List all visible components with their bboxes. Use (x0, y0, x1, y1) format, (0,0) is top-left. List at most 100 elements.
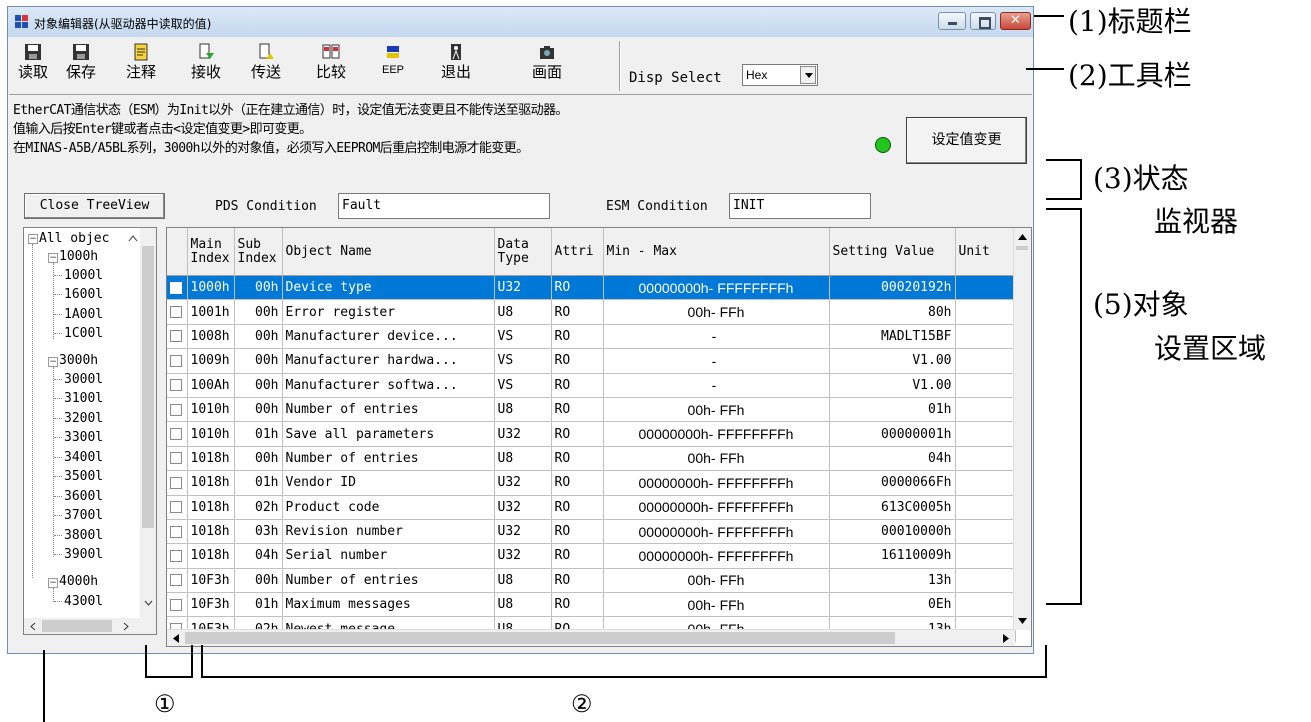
disp-select-dropdown[interactable]: Hex (742, 64, 818, 86)
tree-node[interactable]: 1A00l (64, 307, 103, 322)
row-checkbox[interactable] (170, 574, 182, 587)
row-checkbox[interactable] (170, 549, 182, 562)
setting-value-cell[interactable]: MADLT15BF (829, 324, 956, 350)
esm-condition-field[interactable]: INIT (729, 193, 871, 219)
table-row[interactable]: 10F3h 01h Maximum messages U8 RO 00h- FFh 0Eh (167, 592, 1016, 618)
tree-node[interactable]: 3400l (64, 450, 103, 465)
row-checkbox[interactable] (170, 525, 182, 538)
close-treeview-button[interactable]: Close TreeView (24, 193, 165, 219)
chevron-up-icon[interactable] (128, 234, 138, 242)
tree-node[interactable]: 1000l (64, 268, 103, 283)
scroll-right-icon[interactable] (1003, 634, 1009, 643)
header-main-index[interactable]: Main Index (187, 228, 235, 276)
tree-group-1000h[interactable]: 1000h (59, 249, 98, 264)
chevron-down-icon[interactable] (800, 66, 816, 84)
grid-vertical-scrollbar[interactable] (1013, 228, 1031, 630)
setting-value-cell[interactable]: 00000001h (829, 421, 956, 447)
setting-value-cell[interactable]: 00020192h (829, 275, 956, 301)
setting-value-cell[interactable]: 00010000h (829, 519, 956, 545)
setting-value-cell[interactable]: 613C0005h (829, 495, 956, 520)
header-setting-value[interactable]: Setting Value (829, 228, 956, 276)
header-data-type[interactable]: Data Type (494, 228, 552, 276)
tree-node[interactable]: 1C00l (64, 326, 103, 341)
scroll-up-icon[interactable] (1018, 234, 1027, 240)
tree-node[interactable]: 3700l (64, 508, 103, 523)
table-row[interactable]: 10F3h 00h Number of entries U8 RO 00h- FFh 13h (167, 568, 1016, 594)
row-checkbox[interactable] (170, 428, 182, 441)
scroll-left-icon[interactable] (173, 634, 179, 643)
collapse-icon[interactable]: − (48, 253, 58, 263)
object-tree-view[interactable]: − All objec − 1000h 1000l 1600l 1A00l 1C… (23, 227, 157, 635)
tree-vertical-scrollbar[interactable] (140, 228, 156, 619)
table-row[interactable]: 1009h 00h Manufacturer hardwa... VS RO - V1.00 (167, 348, 1016, 374)
screen-capture-button[interactable]: 画面 (526, 43, 568, 89)
maximize-button[interactable] (970, 12, 996, 30)
setting-value-cell[interactable]: 04h (829, 446, 956, 472)
close-window-button[interactable]: ✕ (1000, 12, 1031, 30)
eep-button[interactable]: EEP (372, 43, 414, 89)
collapse-icon[interactable]: − (48, 357, 58, 367)
row-checkbox[interactable] (170, 281, 182, 294)
object-settings-grid[interactable]: Main Index Sub Index Object Name Data Ty… (166, 227, 1032, 647)
row-checkbox[interactable] (170, 452, 182, 465)
header-unit[interactable]: Unit (955, 228, 1016, 276)
grid-horizontal-scrollbar[interactable] (167, 629, 1015, 646)
tree-group-3000h[interactable]: 3000h (59, 353, 98, 368)
setting-value-cell[interactable]: 80h (829, 299, 956, 325)
scroll-thumb[interactable] (1016, 246, 1028, 250)
table-row[interactable]: 1010h 01h Save all parameters U32 RO 00000000… (167, 421, 1016, 447)
compare-button[interactable]: 比较 (310, 43, 352, 89)
setting-value-cell[interactable]: 0Eh (829, 592, 956, 618)
tree-node[interactable]: 3300l (64, 430, 103, 445)
scroll-thumb[interactable] (185, 632, 895, 644)
tree-node[interactable]: 3100l (64, 391, 103, 406)
save-button[interactable]: 保存 (60, 43, 102, 89)
tree-node[interactable]: 4300l (64, 594, 103, 609)
setting-value-cell[interactable]: 01h (829, 397, 956, 423)
header-min-max[interactable]: Min - Max (603, 228, 830, 276)
setting-value-cell[interactable]: V1.00 (829, 373, 956, 398)
table-row[interactable]: 100Ah 00h Manufacturer softwa... VS RO - V1.00 (167, 373, 1016, 398)
row-checkbox[interactable] (170, 306, 182, 319)
table-row[interactable]: 1000h 00h Device type U32 RO 00000000h- FFFFFF… (167, 275, 1016, 301)
tree-node[interactable]: 3900l (64, 547, 103, 562)
row-checkbox[interactable] (170, 598, 182, 611)
scroll-thumb[interactable] (42, 620, 112, 632)
chevron-left-icon[interactable] (29, 622, 36, 631)
header-attribute[interactable]: Attri (551, 228, 604, 276)
tree-horizontal-scrollbar[interactable] (24, 618, 156, 634)
row-checkbox[interactable] (170, 403, 182, 416)
table-row[interactable]: 1018h 03h Revision number U32 RO 00000000h- FF… (167, 519, 1016, 545)
header-sub-index[interactable]: Sub Index (234, 228, 283, 276)
title-bar[interactable]: 对象编辑器(从驱动器中读取的值) ✕ (8, 7, 1033, 37)
table-row[interactable]: 1018h 01h Vendor ID U32 RO 00000000h- FFFFFFFF… (167, 470, 1016, 496)
exit-button[interactable]: 退出 (435, 43, 477, 89)
collapse-icon[interactable]: − (28, 234, 38, 244)
tree-node[interactable]: 3200l (64, 411, 103, 426)
tree-node[interactable]: 3000l (64, 372, 103, 387)
table-row[interactable]: 1001h 00h Error register U8 RO 00h- FFh 80h (167, 299, 1016, 325)
tree-group-4000h[interactable]: 4000h (59, 574, 98, 589)
row-checkbox[interactable] (170, 501, 182, 514)
scroll-thumb[interactable] (142, 246, 154, 528)
row-checkbox[interactable] (170, 330, 182, 343)
table-row[interactable]: 1018h 04h Serial number U32 RO 00000000h- FFFF… (167, 543, 1016, 569)
row-checkbox[interactable] (170, 379, 182, 392)
note-button[interactable]: 注释 (120, 43, 162, 89)
tree-node[interactable]: 3600l (64, 489, 103, 504)
receive-button[interactable]: 接收 (185, 43, 227, 89)
scroll-down-icon[interactable] (1018, 618, 1027, 624)
chevron-down-icon[interactable] (144, 600, 153, 607)
setting-value-cell[interactable]: 16110009h (829, 543, 956, 569)
collapse-icon[interactable]: − (48, 578, 58, 588)
read-button[interactable]: 读取 (12, 43, 54, 89)
header-object-name[interactable]: Object Name (282, 228, 495, 276)
table-row[interactable]: 1018h 00h Number of entries U8 RO 00h- FFh 04h (167, 446, 1016, 472)
row-checkbox[interactable] (170, 354, 182, 367)
chevron-right-icon[interactable] (123, 622, 130, 631)
minimize-button[interactable] (938, 12, 966, 30)
tree-root[interactable]: All objec (39, 231, 109, 246)
row-checkbox[interactable] (170, 476, 182, 489)
tree-node[interactable]: 3800l (64, 528, 103, 543)
table-row[interactable]: 1018h 02h Product code U32 RO 00000000h- FFFFF… (167, 495, 1016, 520)
